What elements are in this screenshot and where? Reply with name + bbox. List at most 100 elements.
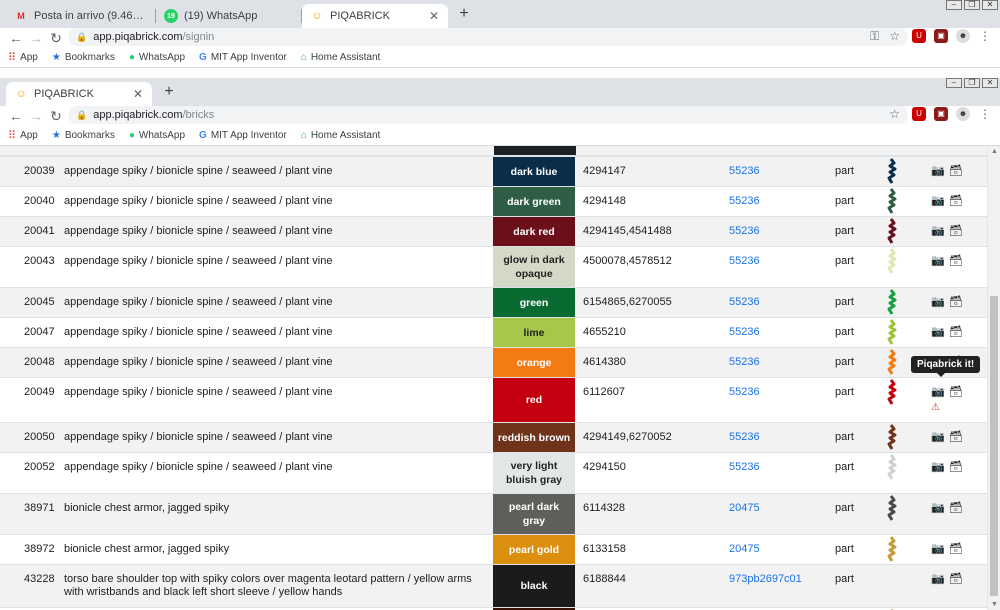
bookmark-apps[interactable]: ⠿ App [8, 129, 38, 142]
bookmark-apps[interactable]: ⠿ App [8, 51, 38, 64]
archive-icon[interactable]: 🗃 [949, 461, 963, 474]
element-ids: 6114328 [575, 493, 721, 535]
archive-icon[interactable]: 🗃 [949, 386, 963, 399]
back-button[interactable]: ← [6, 29, 26, 47]
design-id-link[interactable]: 55236 [721, 377, 829, 423]
bookmark-whatsapp[interactable]: ● WhatsApp [129, 52, 185, 63]
design-id-link[interactable]: 973pb2697c01 [721, 564, 829, 608]
archive-icon[interactable]: 🗃 [949, 296, 963, 309]
profile-icon[interactable]: ☻ [956, 107, 970, 121]
design-id-link[interactable]: 55236 [721, 246, 829, 288]
design-id-link[interactable]: 55236 [721, 317, 829, 348]
minimize-button[interactable]: – [946, 0, 962, 10]
camera-icon[interactable]: 📷 [931, 326, 945, 339]
design-id-link[interactable]: 20475 [721, 493, 829, 535]
camera-icon[interactable]: 📷 [931, 502, 945, 515]
archive-icon[interactable]: 🗃 [949, 255, 963, 268]
design-id-link[interactable]: 55236 [721, 452, 829, 494]
archive-icon[interactable]: 🗃 [949, 195, 963, 208]
camera-icon[interactable]: 📷 [931, 573, 945, 586]
scroll-down-icon[interactable]: ▼ [991, 601, 998, 608]
tab-piqabrick[interactable]: ☺ PIQABRICK ✕ [302, 4, 448, 28]
camera-icon[interactable]: 📷 [931, 431, 945, 444]
table-row: 38972 bionicle chest armor, jagged spiky p… [0, 534, 987, 565]
close-window-button[interactable]: ✕ [982, 0, 998, 10]
item-type: part [829, 493, 871, 535]
brick-name: bionicle chest armor, jagged spiky [58, 493, 493, 535]
ublock-icon[interactable]: U [912, 29, 926, 43]
tab-gmail[interactable]: M Posta in arrivo (9.469) - mtbike.ride [6, 4, 156, 28]
design-id-link[interactable]: 55236 [721, 422, 829, 453]
design-id-link[interactable]: 55236 [721, 186, 829, 217]
bookmarks-bar: ⠿ App ★ Bookmarks ● WhatsApp G MIT App Inven… [0, 48, 1000, 68]
key-icon[interactable]: ⚿ [870, 29, 879, 44]
camera-icon[interactable]: 📷 [931, 543, 945, 556]
page-scrollbar[interactable]: ▲ ▼ [987, 146, 1000, 610]
bookmark-bookmarks[interactable]: ★ Bookmarks [52, 130, 115, 141]
camera-icon[interactable]: 📷 [931, 386, 945, 399]
bookmark-bookmarks[interactable]: ★ Bookmarks [52, 52, 115, 63]
menu-icon[interactable]: ⋮ [978, 29, 992, 43]
design-id-link[interactable]: 20475 [721, 534, 829, 565]
row-actions: 📷🗃 [931, 156, 987, 187]
extension-icon[interactable]: ▣ [934, 107, 948, 121]
minimize-button[interactable]: – [946, 78, 962, 88]
design-id-link[interactable]: 55236 [721, 216, 829, 247]
restore-button[interactable]: ❐ [964, 78, 980, 88]
profile-icon[interactable]: ☻ [956, 29, 970, 43]
new-tab-button[interactable]: + [455, 6, 473, 24]
camera-icon[interactable]: 📷 [931, 195, 945, 208]
bookmark-home-assistant[interactable]: ⌂ Home Assistant [301, 52, 381, 63]
restore-button[interactable]: ❐ [964, 0, 980, 10]
forward-button[interactable]: → [26, 29, 46, 47]
ublock-icon[interactable]: U [912, 107, 926, 121]
archive-icon[interactable]: 🗃 [949, 225, 963, 238]
reload-button[interactable]: ↻ [46, 107, 66, 125]
design-id-link[interactable]: 55236 [721, 347, 829, 378]
archive-icon[interactable]: 🗃 [949, 573, 963, 586]
brick-thumbnail [887, 218, 897, 244]
design-id-link[interactable]: 55236 [721, 287, 829, 318]
camera-icon[interactable]: 📷 [931, 225, 945, 238]
star-icon[interactable]: ☆ [889, 107, 900, 121]
extension-icon[interactable]: ▣ [934, 29, 948, 43]
forward-button[interactable]: → [26, 107, 46, 125]
scrollbar-thumb[interactable] [990, 296, 998, 596]
element-ids: 4614380 [575, 347, 721, 378]
archive-icon[interactable]: 🗃 [949, 326, 963, 339]
bookmark-mit-app-inventor[interactable]: G MIT App Inventor [199, 130, 287, 141]
menu-icon[interactable]: ⋮ [978, 107, 992, 121]
camera-icon[interactable]: 📷 [931, 255, 945, 268]
url-path: /bricks [182, 109, 215, 121]
back-button[interactable]: ← [6, 107, 26, 125]
archive-icon[interactable]: 🗃 [949, 165, 963, 178]
camera-icon[interactable]: 📷 [931, 461, 945, 474]
camera-icon[interactable]: 📷 [931, 165, 945, 178]
element-ids: 6188844 [575, 564, 721, 608]
star-icon: ★ [51, 52, 61, 63]
archive-icon[interactable]: 🗃 [949, 502, 963, 515]
bookmark-mit-app-inventor[interactable]: G MIT App Inventor [199, 52, 287, 63]
star-icon[interactable]: ☆ [889, 29, 900, 44]
tab-piqabrick[interactable]: ☺ PIQABRICK ✕ [6, 82, 152, 106]
address-bar[interactable]: 🔒 app.piqabrick.com /bricks ☆ [68, 106, 908, 124]
close-icon[interactable]: ✕ [428, 9, 440, 23]
camera-icon[interactable]: 📷 [931, 296, 945, 309]
item-type: part [829, 186, 871, 217]
bookmark-whatsapp[interactable]: ● WhatsApp [129, 130, 185, 141]
archive-icon[interactable]: 🗃 [949, 543, 963, 556]
row-actions: 📷🗃 [931, 564, 987, 608]
archive-icon[interactable]: 🗃 [949, 431, 963, 444]
address-bar[interactable]: 🔒 app.piqabrick.com /signin ⚿ ☆ [68, 28, 908, 46]
tab-whatsapp[interactable]: 19 (19) WhatsApp [156, 4, 302, 28]
row-actions: 📷🗃 [931, 493, 987, 535]
reload-button[interactable]: ↻ [46, 29, 66, 47]
lock-icon: 🔒 [76, 109, 88, 120]
new-tab-button[interactable]: + [160, 84, 178, 102]
url-path: /signin [182, 31, 215, 43]
scroll-up-icon[interactable]: ▲ [991, 148, 998, 155]
close-window-button[interactable]: ✕ [982, 78, 998, 88]
bookmark-home-assistant[interactable]: ⌂ Home Assistant [301, 130, 381, 141]
design-id-link[interactable]: 55236 [721, 156, 829, 187]
close-icon[interactable]: ✕ [132, 87, 144, 101]
